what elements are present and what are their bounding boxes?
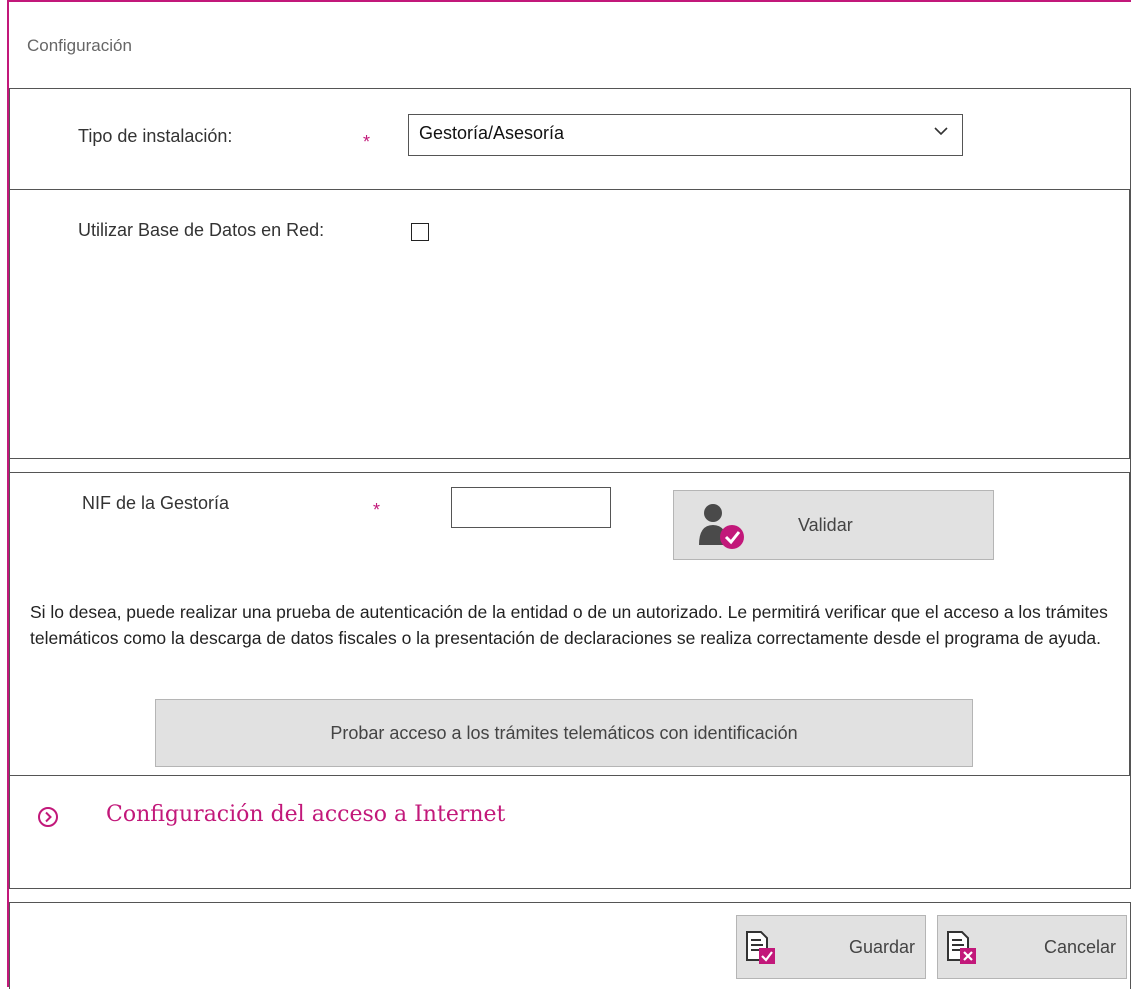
nif-required-mark: * [373, 500, 381, 520]
window-title: Configuración [27, 36, 132, 55]
footer-bar: Guardar Cancelar [9, 902, 1131, 989]
internet-config-label: Configuración del acceso a Internet [106, 802, 506, 827]
install-type-select[interactable]: Gestoría/Asesoría [408, 114, 963, 156]
nif-label: NIF de la Gestoría [82, 493, 230, 513]
nif-input[interactable] [451, 487, 611, 528]
save-button-label: Guardar [848, 937, 915, 957]
save-button[interactable]: Guardar [736, 915, 926, 979]
validate-button[interactable]: Validar [673, 490, 994, 560]
document-check-icon [743, 930, 783, 971]
install-type-value: Gestoría/Asesoría [419, 123, 565, 143]
network-db-checkbox[interactable] [411, 223, 429, 241]
main-panel: Tipo de instalación: * Gestoría/Asesoría… [9, 88, 1131, 889]
network-db-label: Utilizar Base de Datos en Red: [78, 220, 325, 240]
cancel-button[interactable]: Cancelar [937, 915, 1127, 979]
test-access-button[interactable]: Probar acceso a los trámites telemáticos… [155, 699, 973, 767]
auth-test-info: Si lo desea, puede realizar una prueba d… [30, 602, 1108, 648]
config-window: Configuración Tipo de instalación: * Ges… [7, 0, 1131, 989]
network-db-group: Utilizar Base de Datos en Red: [10, 189, 1130, 459]
nif-group: NIF de la Gestoría * Validar Si lo desea… [10, 472, 1130, 776]
install-type-label: Tipo de instalación: [78, 126, 233, 146]
validate-button-label: Validar [798, 515, 853, 535]
document-cancel-icon [944, 930, 984, 971]
chevron-down-icon [934, 123, 948, 139]
chevron-right-circle-icon [38, 807, 58, 827]
user-check-icon [696, 501, 756, 556]
cancel-button-label: Cancelar [1043, 937, 1116, 957]
install-required-mark: * [363, 132, 371, 152]
